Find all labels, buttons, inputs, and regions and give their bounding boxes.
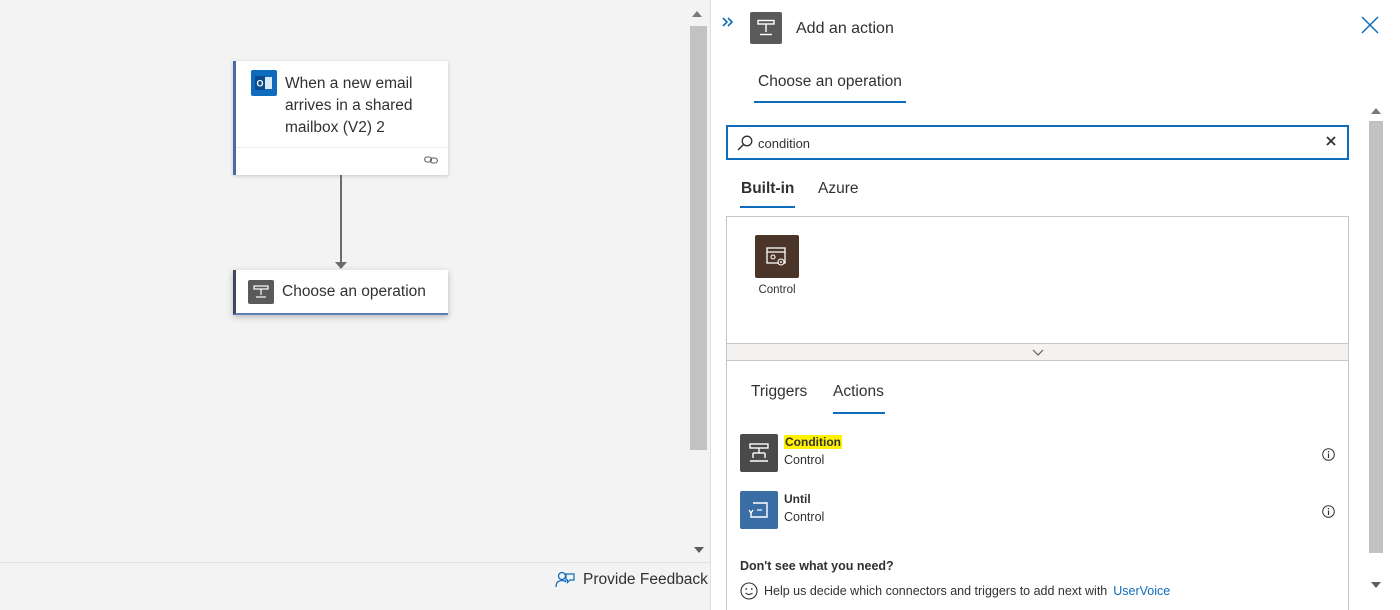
tab-triggers[interactable]: Triggers <box>751 383 807 401</box>
action-condition-name: Condition <box>784 435 842 449</box>
provide-feedback-label: Provide Feedback <box>583 571 708 588</box>
tab-built-in[interactable]: Built-in <box>740 180 796 208</box>
tab-choose-operation[interactable]: Choose an operation <box>754 73 906 103</box>
feedback-icon <box>555 571 575 589</box>
svg-text:O: O <box>256 79 263 89</box>
clear-search-button[interactable] <box>1326 136 1336 146</box>
info-icon[interactable] <box>1322 448 1335 461</box>
outlook-icon: O <box>251 70 277 96</box>
panel-scroll-down-arrow[interactable] <box>1371 582 1381 588</box>
control-icon <box>755 235 799 278</box>
trigger-card-title: When a new email arrives in a shared mai… <box>285 75 413 136</box>
tab-actions[interactable]: Actions <box>833 383 885 414</box>
uservoice-link[interactable]: UserVoice <box>1113 584 1170 598</box>
smiley-icon <box>740 582 758 600</box>
condition-icon <box>750 12 782 44</box>
action-until-name: Until <box>784 492 811 506</box>
help-line: Help us decide which connectors and trig… <box>740 582 1170 600</box>
info-icon[interactable] <box>1322 505 1335 518</box>
canvas-scroll-up-arrow[interactable] <box>692 11 702 17</box>
tab-azure[interactable]: Azure <box>818 180 859 198</box>
panel-scroll-up-arrow[interactable] <box>1371 108 1381 114</box>
help-text: Help us decide which connectors and trig… <box>764 584 1108 598</box>
close-icon <box>1361 16 1379 34</box>
flow-connector-arrow <box>335 262 347 269</box>
link-icon[interactable] <box>424 155 438 165</box>
trigger-card[interactable]: O When a new email arrives in a shared m… <box>233 61 448 175</box>
connector-control-label: Control <box>758 284 796 296</box>
panel-title: Add an action <box>796 20 894 37</box>
canvas-scroll-down-arrow[interactable] <box>694 547 704 553</box>
dont-see-heading: Don't see what you need? <box>740 559 894 573</box>
provide-feedback-button[interactable]: Provide Feedback <box>555 571 708 589</box>
search-icon <box>737 135 753 151</box>
until-loop-icon <box>740 491 778 529</box>
search-input[interactable] <box>758 133 1318 153</box>
condition-icon <box>740 434 778 472</box>
choose-operation-title: Choose an operation <box>282 283 426 300</box>
canvas-scroll-thumb[interactable] <box>690 26 707 450</box>
action-until-connector: Control <box>784 510 825 524</box>
add-action-panel: Add an action Choose an operation Built-… <box>711 0 1400 610</box>
action-until[interactable]: Until Control <box>740 491 1340 531</box>
connectors-list: Control <box>726 216 1349 344</box>
action-condition-connector: Control <box>784 453 825 467</box>
expand-connectors-bar[interactable] <box>726 343 1349 361</box>
collapse-panel-button[interactable] <box>721 16 735 28</box>
flow-connector-line <box>340 175 342 267</box>
condition-icon <box>248 280 274 304</box>
choose-operation-card[interactable]: Choose an operation <box>233 270 448 315</box>
clear-icon <box>1326 136 1336 146</box>
chevron-down-icon <box>1032 349 1043 356</box>
action-condition[interactable]: Condition Control <box>740 434 1340 474</box>
connector-control[interactable]: Control <box>755 235 799 296</box>
panel-scroll-thumb[interactable] <box>1369 121 1383 553</box>
search-field[interactable] <box>726 125 1349 160</box>
close-button[interactable] <box>1361 16 1379 34</box>
designer-canvas[interactable]: O When a new email arrives in a shared m… <box>0 0 710 610</box>
trigger-card-footer <box>236 147 448 175</box>
panel-scrollbar[interactable] <box>1366 102 1386 610</box>
double-chevron-right-icon <box>722 17 734 27</box>
